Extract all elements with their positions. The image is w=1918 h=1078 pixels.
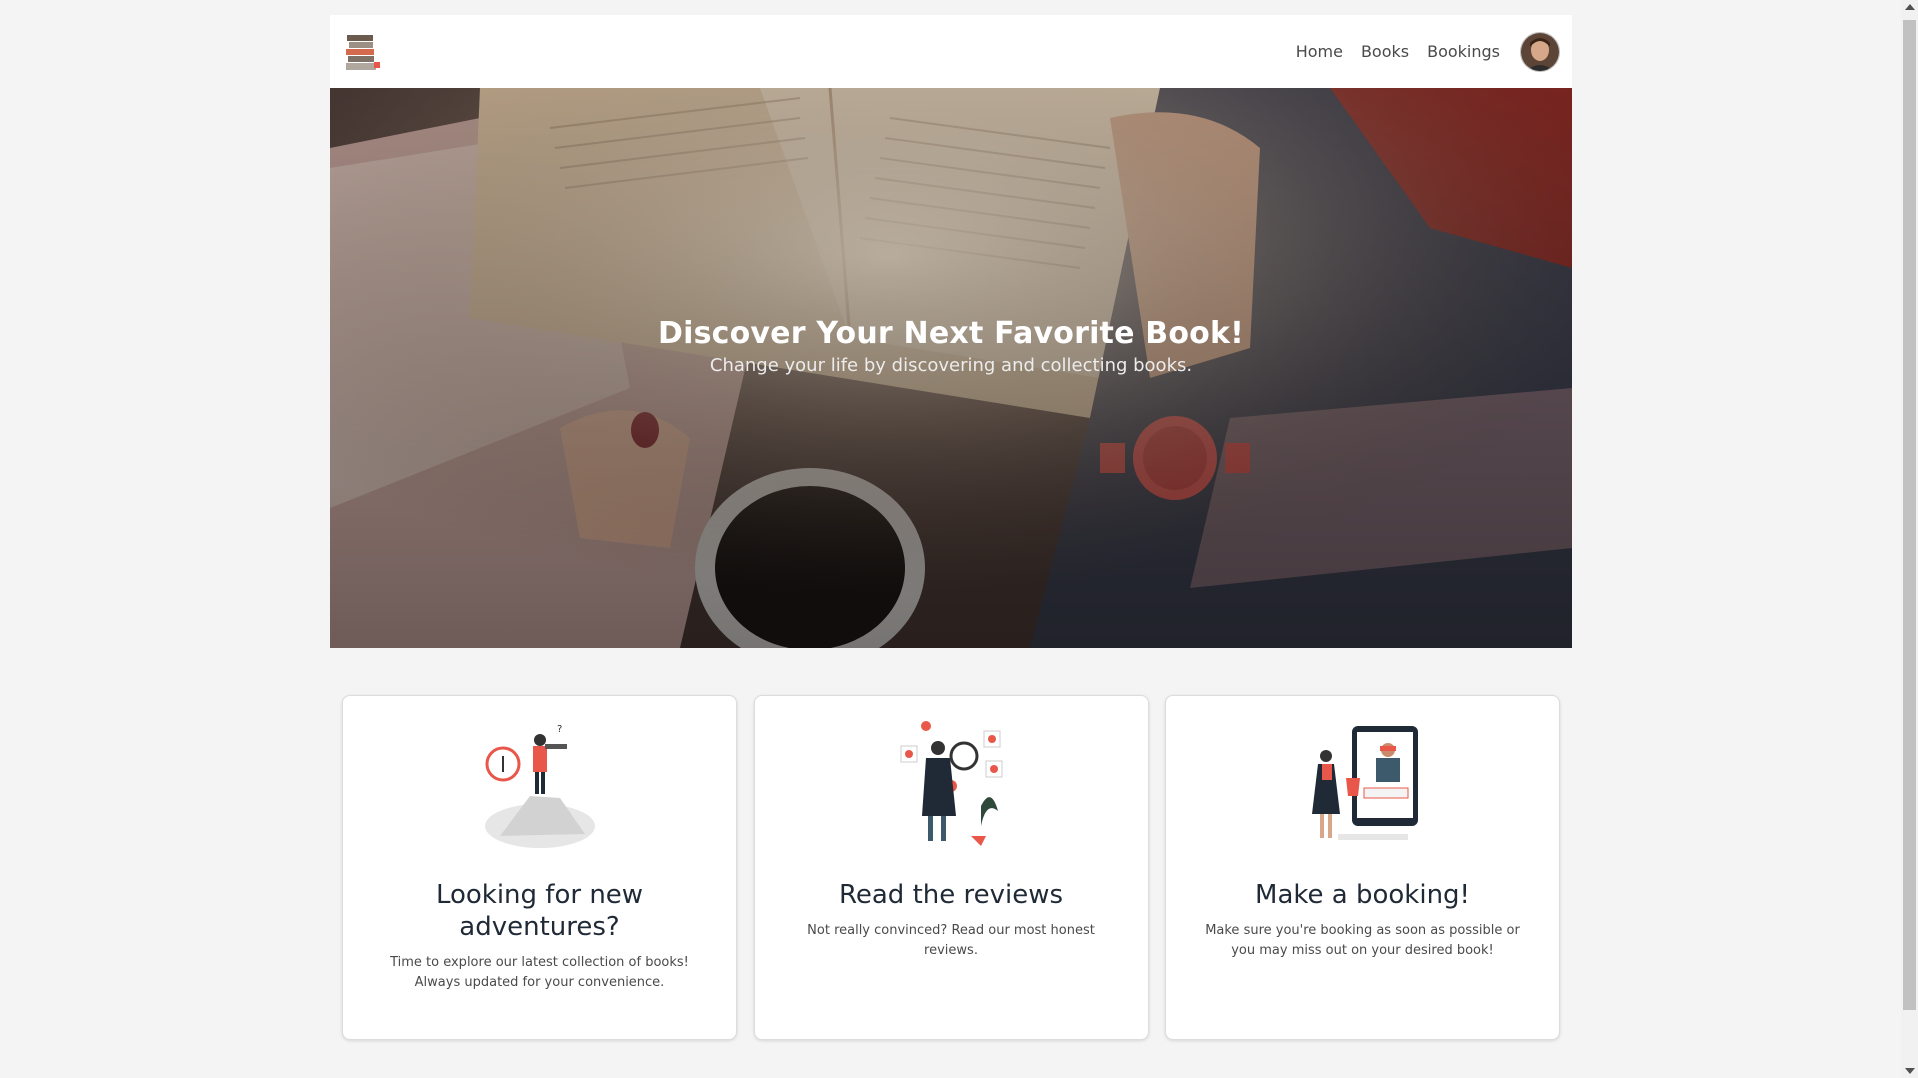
- scroll-down-icon[interactable]: [1905, 1068, 1915, 1074]
- nav-link-bookings[interactable]: Bookings: [1427, 42, 1500, 61]
- card-text: Time to explore our latest collection of…: [390, 955, 689, 990]
- feature-card-booking: Make a booking! Make sure you're booking…: [1165, 695, 1560, 1040]
- card-text: Not really convinced? Read our most hone…: [807, 923, 1095, 958]
- booking-illustration: [1298, 716, 1428, 851]
- feature-card-reviews: Read the reviews Not really convinced? R…: [753, 695, 1149, 1040]
- card-title: Make a booking!: [1255, 880, 1470, 910]
- hero-banner: Discover Your Next Favorite Book! Change…: [330, 88, 1572, 648]
- card-title: Read the reviews: [838, 880, 1064, 910]
- feature-card-adventures: ? Looking for new adventures? Time to ex…: [342, 695, 737, 1040]
- book-stack-icon[interactable]: [344, 29, 382, 75]
- hero-title: Discover Your Next Favorite Book!: [657, 316, 1245, 351]
- vertical-scrollbar[interactable]: [1901, 0, 1918, 1078]
- reviews-illustration: [886, 716, 1016, 851]
- card-text: Make sure you're booking as soon as poss…: [1205, 923, 1520, 958]
- hero-subtitle: Change your life by discovering and coll…: [709, 355, 1193, 376]
- user-avatar[interactable]: [1520, 31, 1560, 72]
- explorer-illustration: ?: [475, 716, 605, 851]
- feature-cards: ? Looking for new adventures? Time to ex…: [342, 695, 1560, 1040]
- nav-link-home[interactable]: Home: [1296, 42, 1343, 61]
- scroll-thumb[interactable]: [1903, 20, 1916, 1010]
- svg-text:?: ?: [557, 724, 562, 735]
- nav-links: Home Books Bookings: [1296, 31, 1560, 72]
- nav-link-books[interactable]: Books: [1361, 42, 1409, 61]
- hero-text: Discover Your Next Favorite Book! Change…: [330, 316, 1572, 376]
- card-title: Looking for new adventures?: [435, 880, 644, 942]
- scroll-up-icon[interactable]: [1905, 4, 1915, 10]
- page-container: Home Books Bookings Discover Your Next F…: [330, 15, 1572, 1040]
- navbar: Home Books Bookings: [330, 15, 1572, 88]
